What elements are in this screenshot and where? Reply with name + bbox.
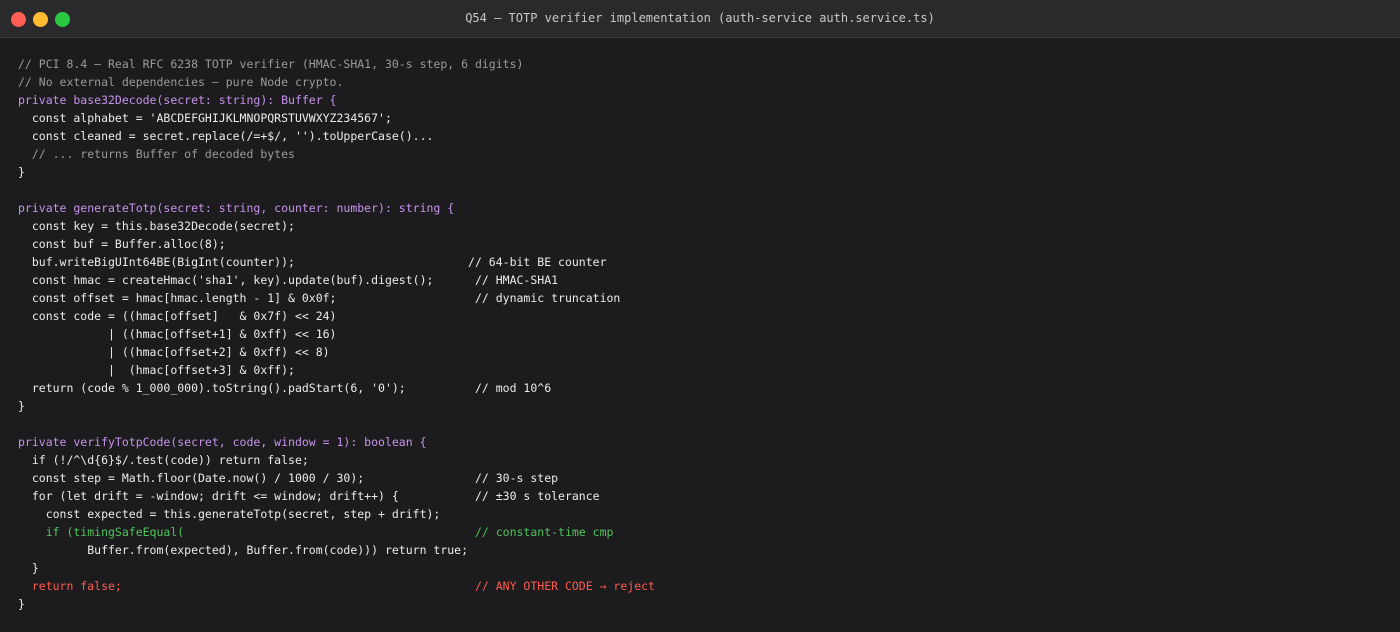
code-editor[interactable]: // PCI 8.4 — Real RFC 6238 TOTP verifier… (18, 55, 1390, 613)
code-line: | (hmac[offset+3] & 0xff); (18, 363, 295, 377)
code-line: | ((hmac[offset+1] & 0xff) << 16) (18, 327, 337, 341)
code-line: for (let drift = -window; drift <= windo… (18, 489, 600, 503)
window-title: Q54 — TOTP verifier implementation (auth… (465, 11, 935, 25)
code-line: private generateTotp(secret: string, cou… (18, 201, 455, 215)
code-line: return (code % 1_000_000).toString().pad… (18, 381, 552, 395)
code-line: const key = this.base32Decode(secret); (18, 219, 295, 233)
code-line: const expected = this.generateTotp(secre… (18, 507, 441, 521)
code-line: const alphabet = 'ABCDEFGHIJKLMNOPQRSTUV… (18, 111, 392, 125)
code-line: // No external dependencies — pure Node … (18, 75, 344, 89)
code-line: const code = ((hmac[offset] & 0x7f) << 2… (18, 309, 337, 323)
code-line: } (18, 597, 25, 611)
code-line: | ((hmac[offset+2] & 0xff) << 8) (18, 345, 330, 359)
code-line: } (18, 165, 25, 179)
code-line: } (18, 399, 25, 413)
code-line: buf.writeBigUInt64BE(BigInt(counter)); /… (18, 255, 607, 269)
code-line: const cleaned = secret.replace(/=+$/, ''… (18, 129, 434, 143)
code-line: const buf = Buffer.alloc(8); (18, 237, 226, 251)
code-line: const offset = hmac[hmac.length - 1] & 0… (18, 291, 621, 305)
code-line: } (18, 561, 39, 575)
code-window: Q54 — TOTP verifier implementation (auth… (0, 0, 1400, 632)
title-bar: Q54 — TOTP verifier implementation (auth… (0, 0, 1400, 38)
code-line: private verifyTotpCode(secret, code, win… (18, 435, 427, 449)
code-line: const step = Math.floor(Date.now() / 100… (18, 471, 559, 485)
code-line: private base32Decode(secret: string): Bu… (18, 93, 337, 107)
code-line: const hmac = createHmac('sha1', key).upd… (18, 273, 559, 287)
code-line: Buffer.from(expected), Buffer.from(code)… (18, 543, 469, 557)
code-line: // ... returns Buffer of decoded bytes (18, 147, 295, 161)
code-line: return false; // ANY OTHER CODE → reject (18, 579, 655, 593)
code-line: // PCI 8.4 — Real RFC 6238 TOTP verifier… (18, 57, 524, 71)
code-line: if (!/^\d{6}$/.test(code)) return false; (18, 453, 309, 467)
code-line: if (timingSafeEqual( // constant-time cm… (18, 525, 614, 539)
